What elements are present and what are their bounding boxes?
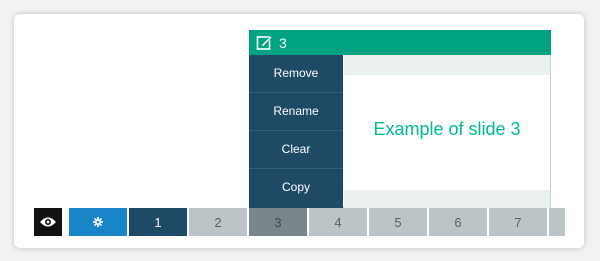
- slide-tab-4[interactable]: 4: [309, 208, 367, 236]
- slide-tab-5[interactable]: 5: [369, 208, 427, 236]
- slides-card: 3 Remove Rename Clear Copy Example of sl…: [14, 14, 584, 248]
- slide-tab-overflow[interactable]: [549, 208, 565, 236]
- slide-context-popup: 3 Remove Rename Clear Copy Example of sl…: [249, 30, 551, 208]
- slide-tab-6[interactable]: 6: [429, 208, 487, 236]
- edit-icon[interactable]: [256, 34, 273, 51]
- popup-header: 3: [249, 30, 551, 55]
- slide-tab-7[interactable]: 7: [489, 208, 547, 236]
- rename-slide-button[interactable]: Rename: [249, 93, 343, 131]
- popup-slide-number: 3: [279, 34, 287, 51]
- slide-action-menu: Remove Rename Clear Copy: [249, 55, 343, 208]
- slide-preview: Example of slide 3: [344, 55, 550, 208]
- eye-icon: [40, 217, 56, 227]
- preview-bottom-band: [344, 190, 550, 208]
- preview-top-band: [344, 55, 550, 75]
- view-toggle-button[interactable]: [34, 208, 62, 236]
- clear-slide-button[interactable]: Clear: [249, 131, 343, 169]
- slide-tab-2[interactable]: 2: [189, 208, 247, 236]
- slide-tab-1[interactable]: 1: [129, 208, 187, 236]
- copy-slide-button[interactable]: Copy: [249, 169, 343, 206]
- remove-slide-button[interactable]: Remove: [249, 55, 343, 93]
- slide-tab-3[interactable]: 3: [249, 208, 307, 236]
- settings-button[interactable]: [69, 208, 127, 236]
- preview-text: Example of slide 3: [373, 119, 521, 139]
- slide-toolbar: 1 2 3 4 5 6 7: [14, 208, 584, 236]
- gear-icon: [93, 217, 103, 227]
